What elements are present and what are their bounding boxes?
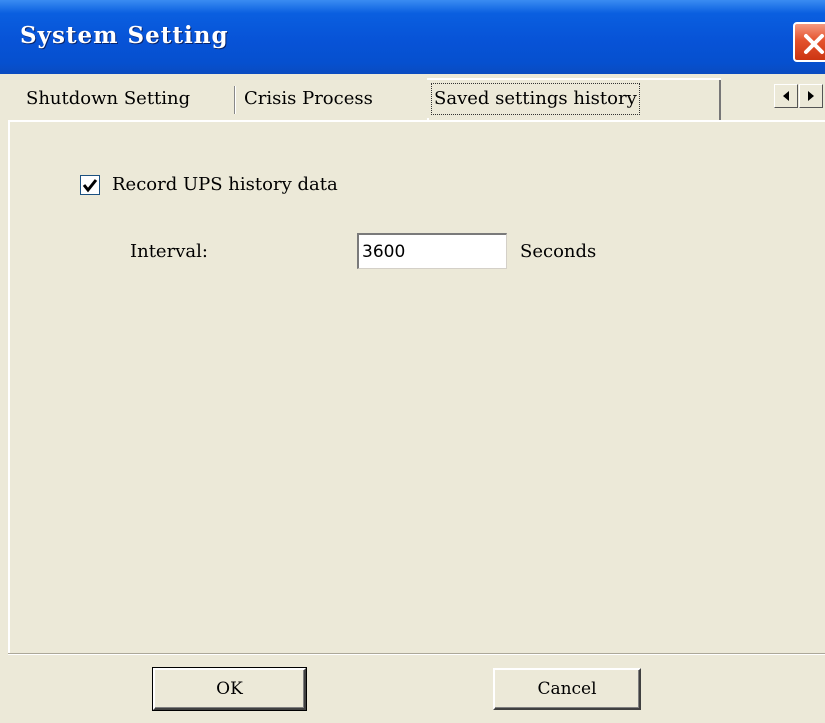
window-title: System Setting — [20, 22, 229, 49]
title-bar[interactable]: System Setting — [0, 0, 825, 74]
tab-scroll-buttons — [774, 84, 825, 108]
tab-divider — [234, 86, 236, 114]
tab-scroll-right-button[interactable] — [799, 84, 823, 108]
tab-label: Saved settings history — [431, 83, 640, 115]
tab-scroll-left-button[interactable] — [774, 84, 798, 108]
checkmark-icon — [82, 179, 98, 193]
record-history-checkbox[interactable] — [80, 175, 100, 195]
tab-scroll-left-icon — [783, 91, 789, 101]
interval-unit-label: Seconds — [520, 241, 597, 262]
tab-saved-settings-history[interactable]: Saved settings history — [427, 80, 646, 118]
ok-button[interactable]: OK — [152, 667, 307, 711]
tab-scroll-right-icon — [808, 91, 814, 101]
tab-panel — [8, 120, 825, 653]
button-area-divider — [8, 653, 825, 655]
close-button[interactable] — [793, 22, 825, 62]
interval-input[interactable] — [357, 233, 507, 269]
close-icon — [804, 34, 824, 54]
tab-crisis-process[interactable]: Crisis Process — [244, 82, 373, 116]
active-tab-border — [719, 80, 721, 120]
cancel-button[interactable]: Cancel — [493, 668, 641, 710]
interval-label: Interval: — [130, 241, 208, 262]
record-history-label: Record UPS history data — [112, 174, 338, 195]
tab-shutdown-setting[interactable]: Shutdown Setting — [26, 82, 190, 116]
